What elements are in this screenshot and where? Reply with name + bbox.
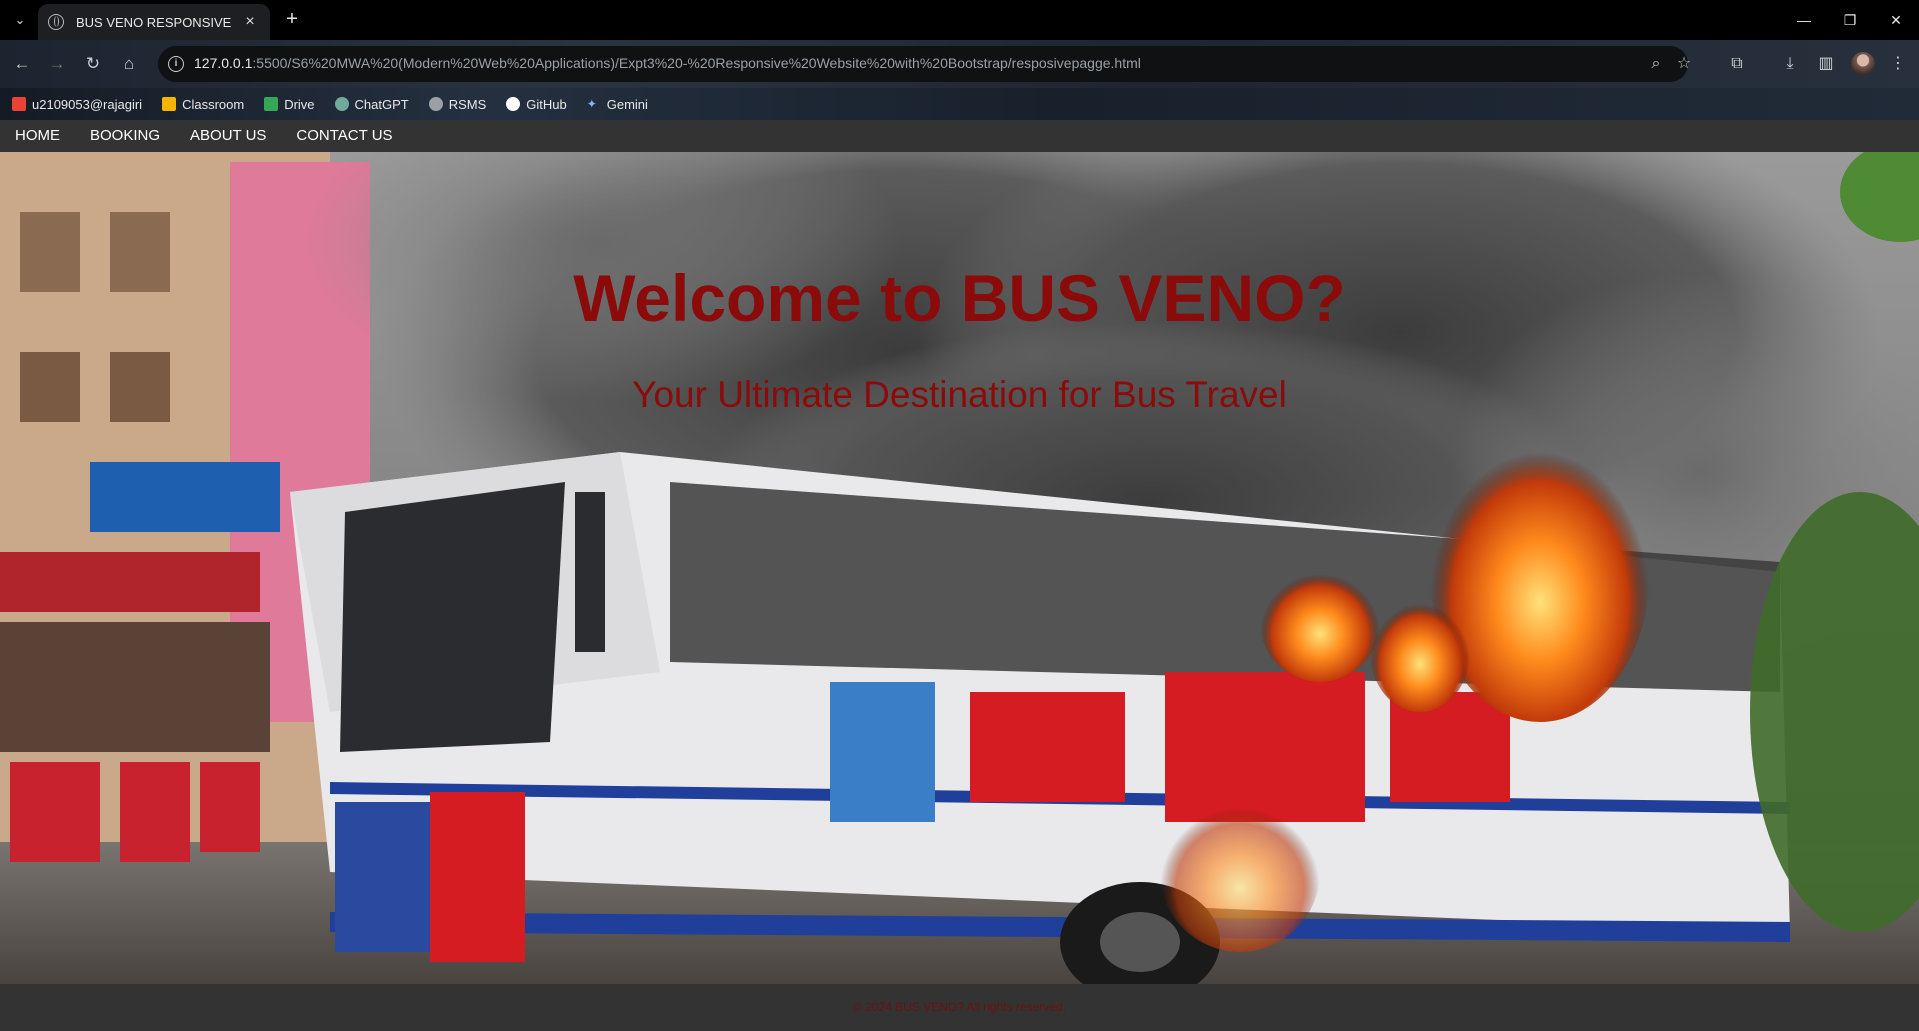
- bookmark-label: Classroom: [182, 96, 245, 112]
- forward-icon[interactable]: →: [45, 52, 69, 76]
- url-text: 127.0.0.1:5500/S6%20MWA%20(Modern%20Web%…: [194, 55, 1141, 71]
- reload-icon[interactable]: ↻: [81, 52, 105, 76]
- browser-tab[interactable]: BUS VENO RESPONSIVE ×: [38, 4, 270, 40]
- nav-contact-us[interactable]: CONTACT US: [281, 120, 407, 152]
- nav-home[interactable]: HOME: [0, 120, 75, 152]
- tab-strip: ⌄ BUS VENO RESPONSIVE × + — ❐ ✕: [0, 0, 1919, 40]
- hero-title: Welcome to BUS VENO?: [573, 261, 1346, 335]
- menu-kebab-icon[interactable]: ⋮: [1886, 52, 1910, 76]
- close-window-icon[interactable]: ✕: [1876, 6, 1916, 34]
- profile-avatar[interactable]: [1851, 52, 1875, 76]
- drive-icon: [264, 97, 279, 111]
- home-icon[interactable]: ⌂: [117, 52, 141, 76]
- bookmark-classroom[interactable]: Classroom: [162, 97, 244, 112]
- bookmark-github[interactable]: GitHub: [506, 96, 567, 112]
- zoom-icon[interactable]: ⌕: [1646, 54, 1666, 74]
- bookmark-star-icon[interactable]: ☆: [1674, 54, 1694, 74]
- gmail-icon: [12, 97, 26, 111]
- minimize-icon[interactable]: —: [1784, 6, 1824, 34]
- bookmark-drive[interactable]: Drive: [264, 96, 315, 112]
- globe-icon: [48, 14, 64, 30]
- github-icon: [506, 97, 521, 111]
- bookmark-chatgpt[interactable]: ChatGPT: [334, 96, 409, 112]
- tab-title: BUS VENO RESPONSIVE: [76, 14, 232, 30]
- downloads-icon[interactable]: ⤓: [1778, 52, 1802, 76]
- hero-section: Welcome to BUS VENO? Your Ultimate Desti…: [0, 152, 1919, 984]
- web-page: HOME BOOKING ABOUT US CONTACT US Welcome…: [0, 120, 1919, 1031]
- bookmark-label: GitHub: [526, 96, 567, 112]
- new-tab-button[interactable]: +: [280, 8, 304, 32]
- site-footer: © 2024 BUS VENO? All rights reserved.: [0, 984, 1919, 1031]
- hero-subtitle: Your Ultimate Destination for Bus Travel: [632, 374, 1287, 415]
- extensions-icon[interactable]: ⧉: [1725, 52, 1749, 76]
- side-panel-icon[interactable]: ▥: [1814, 52, 1838, 76]
- bookmark-u2109053-rajagiri[interactable]: u2109053@rajagiri: [12, 97, 142, 112]
- address-bar[interactable]: i 127.0.0.1:5500/S6%20MWA%20(Modern%20We…: [158, 46, 1691, 82]
- bookmark-label: RSMS: [448, 96, 487, 112]
- close-tab-icon[interactable]: ×: [240, 13, 260, 31]
- back-icon[interactable]: ←: [10, 52, 34, 76]
- classroom-icon: [162, 97, 177, 111]
- gemini-icon: ✦: [586, 97, 597, 111]
- nav-booking[interactable]: BOOKING: [75, 120, 175, 152]
- site-info-icon[interactable]: i: [168, 56, 184, 72]
- nav-about-us[interactable]: ABOUT US: [175, 120, 281, 152]
- bookmarks-bar: u2109053@rajagiri Classroom Drive ChatGPT RS…: [0, 88, 1919, 120]
- bookmark-label: Drive: [284, 96, 315, 112]
- chatgpt-icon: [334, 97, 349, 111]
- bookmark-label: ChatGPT: [354, 96, 409, 112]
- bookmark-gemini[interactable]: ✦ Gemini: [587, 97, 648, 112]
- browser-toolbar: ← → ↻ ⌂ i 127.0.0.1:5500/S6%20MWA%20(Mod…: [0, 40, 1919, 88]
- restore-icon[interactable]: ❐: [1830, 6, 1870, 34]
- rsms-icon: [428, 97, 443, 111]
- bookmark-rsms[interactable]: RSMS: [428, 96, 487, 112]
- tab-search-chevron-icon[interactable]: ⌄: [8, 8, 32, 32]
- bookmark-label: u2109053@rajagiri: [32, 96, 143, 112]
- bookmark-label: Gemini: [606, 96, 648, 112]
- site-navbar: HOME BOOKING ABOUT US CONTACT US: [0, 120, 1919, 152]
